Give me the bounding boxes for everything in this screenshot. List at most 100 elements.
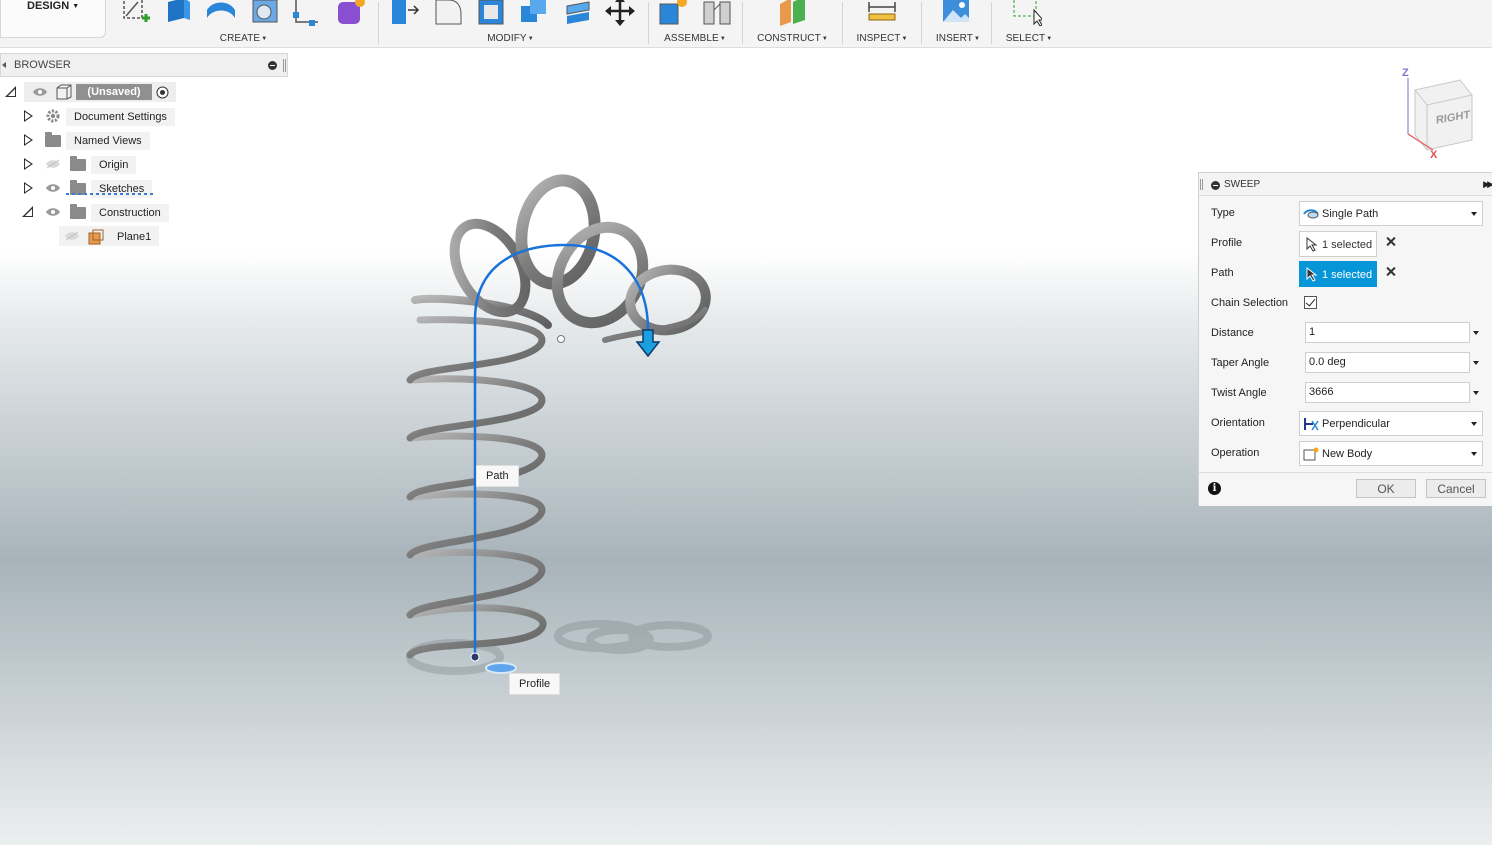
offset-plane-icon[interactable] <box>777 0 807 26</box>
create-menu[interactable]: CREATE▼ <box>115 33 372 44</box>
sweep-dialog-title: SWEEP <box>1224 179 1261 190</box>
twist-angle-row: Twist Angle 3666 <box>1199 378 1492 408</box>
toolbar: DESIGN ▼ CREATE▼ MODIFY▼ ASSEMBLE▼ CONSTR… <box>0 0 1492 48</box>
eye-icon[interactable] <box>45 207 61 217</box>
modify-label: MODIFY <box>487 33 527 44</box>
tree-item-origin[interactable]: Origin <box>0 154 200 174</box>
assemble-menu[interactable]: ASSEMBLE▼ <box>655 33 735 44</box>
distance-input[interactable]: 1 <box>1305 322 1470 343</box>
tree-item-named-views[interactable]: Named Views <box>0 130 200 150</box>
path-start-point[interactable] <box>470 652 480 662</box>
single-path-icon <box>1303 209 1319 219</box>
expand-right-icon[interactable]: ▶▶ <box>1483 179 1492 190</box>
info-icon[interactable]: i <box>1208 482 1221 495</box>
activate-radio-icon[interactable] <box>156 86 169 99</box>
create-sketch-icon[interactable] <box>120 0 150 26</box>
chevron-down-icon[interactable] <box>1473 391 1479 395</box>
revolve-icon[interactable] <box>205 0 235 26</box>
browser-root-label[interactable]: (Unsaved) <box>76 84 152 100</box>
folder-icon <box>45 132 61 147</box>
chevron-down-icon <box>1471 452 1477 456</box>
operation-dropdown[interactable]: New Body <box>1299 441 1483 466</box>
taper-angle-input[interactable]: 0.0 deg <box>1305 352 1470 373</box>
orientation-dropdown[interactable]: Perpendicular <box>1299 411 1483 436</box>
browser-panel-header[interactable]: BROWSER <box>0 53 288 77</box>
twist-angle-input[interactable]: 3666 <box>1305 382 1470 403</box>
browser-title: BROWSER <box>14 59 71 71</box>
chain-selection-row: Chain Selection <box>1199 288 1492 318</box>
tree-item-sketches[interactable]: Sketches <box>0 178 200 198</box>
insert-menu[interactable]: INSERT▼ <box>929 33 987 44</box>
profile-selector[interactable]: 1 selected <box>1299 231 1377 257</box>
tree-item-construction[interactable]: Construction <box>0 202 200 222</box>
type-row: Type Single Path <box>1199 198 1492 228</box>
cancel-button[interactable]: Cancel <box>1426 479 1486 498</box>
split-face-icon[interactable] <box>563 0 593 26</box>
path-label: Path <box>1211 267 1234 279</box>
eye-icon[interactable] <box>45 183 61 193</box>
assemble-label: ASSEMBLE <box>664 33 719 44</box>
chevron-down-icon[interactable] <box>1473 331 1479 335</box>
shell-icon[interactable] <box>476 0 506 26</box>
swept-body[interactable] <box>406 174 711 659</box>
clear-profile-icon[interactable] <box>1385 236 1397 248</box>
view-cube-axis-z: Z <box>1402 67 1409 79</box>
eye-hidden-icon[interactable] <box>64 231 80 241</box>
view-cube[interactable]: RIGHT Z X <box>1402 67 1473 161</box>
profile-row: Profile 1 selected <box>1199 228 1492 258</box>
collapse-left-icon[interactable] <box>2 62 6 68</box>
measure-icon[interactable] <box>867 0 897 26</box>
chevron-down-icon[interactable] <box>1473 361 1479 365</box>
new-component-icon[interactable] <box>658 0 688 26</box>
eye-icon[interactable] <box>32 87 48 97</box>
profile-circle[interactable] <box>485 662 517 674</box>
extrude-icon[interactable] <box>162 0 192 26</box>
expand-root-icon[interactable] <box>5 86 16 97</box>
path-selector[interactable]: 1 selected <box>1299 261 1377 287</box>
construct-label: CONSTRUCT <box>757 33 821 44</box>
modify-menu[interactable]: MODIFY▼ <box>385 33 636 44</box>
tree-item-document-settings[interactable]: Document Settings <box>0 106 200 126</box>
tree-item-label: Construction <box>91 204 169 222</box>
tree-item-plane1[interactable]: Plane1 <box>0 226 200 246</box>
construct-menu[interactable]: CONSTRUCT▼ <box>750 33 835 44</box>
sweep-dialog-header[interactable]: SWEEP ▶▶ <box>1199 173 1492 196</box>
expand-icon[interactable] <box>24 110 33 122</box>
pattern-icon[interactable] <box>292 0 322 26</box>
drag-handle-icon[interactable] <box>283 59 286 72</box>
workspace-switcher[interactable]: DESIGN ▼ <box>0 0 106 38</box>
chain-selection-checkbox[interactable] <box>1304 296 1317 309</box>
type-dropdown[interactable]: Single Path <box>1299 201 1483 226</box>
minimize-icon[interactable] <box>268 61 277 70</box>
inspect-menu[interactable]: INSPECT▼ <box>850 33 914 44</box>
create-label: CREATE <box>219 33 261 44</box>
drag-handle-icon[interactable] <box>1200 179 1203 190</box>
clear-path-icon[interactable] <box>1385 266 1397 278</box>
expand-icon[interactable] <box>24 134 33 146</box>
profile-label: Profile <box>509 673 561 695</box>
eye-hidden-icon[interactable] <box>45 159 61 169</box>
folder-icon <box>70 156 86 171</box>
hole-icon[interactable] <box>249 0 279 26</box>
fillet-icon[interactable] <box>433 0 463 26</box>
joint-icon[interactable] <box>702 0 732 26</box>
ok-button[interactable]: OK <box>1356 479 1416 498</box>
expand-down-icon[interactable] <box>22 206 33 217</box>
move-icon[interactable] <box>605 0 635 26</box>
toolbar-divider <box>842 2 843 44</box>
tree-item-label: Named Views <box>66 132 150 150</box>
select-menu[interactable]: SELECT▼ <box>999 33 1059 44</box>
new-body-icon <box>1303 447 1319 461</box>
minimize-icon[interactable] <box>1211 181 1220 190</box>
sweep-dialog-footer: i OK Cancel <box>1199 472 1492 506</box>
caret-down-icon: ▼ <box>261 36 268 42</box>
combine-icon[interactable] <box>519 0 549 26</box>
create-form-icon[interactable] <box>335 0 365 26</box>
window-select-icon[interactable] <box>1012 0 1042 26</box>
expand-icon[interactable] <box>24 158 33 170</box>
insert-image-icon[interactable] <box>941 0 971 26</box>
expand-icon[interactable] <box>24 182 33 194</box>
press-pull-icon[interactable] <box>390 0 420 26</box>
path-midpoint[interactable] <box>557 335 565 343</box>
sketch-profile-indicator <box>66 193 156 195</box>
